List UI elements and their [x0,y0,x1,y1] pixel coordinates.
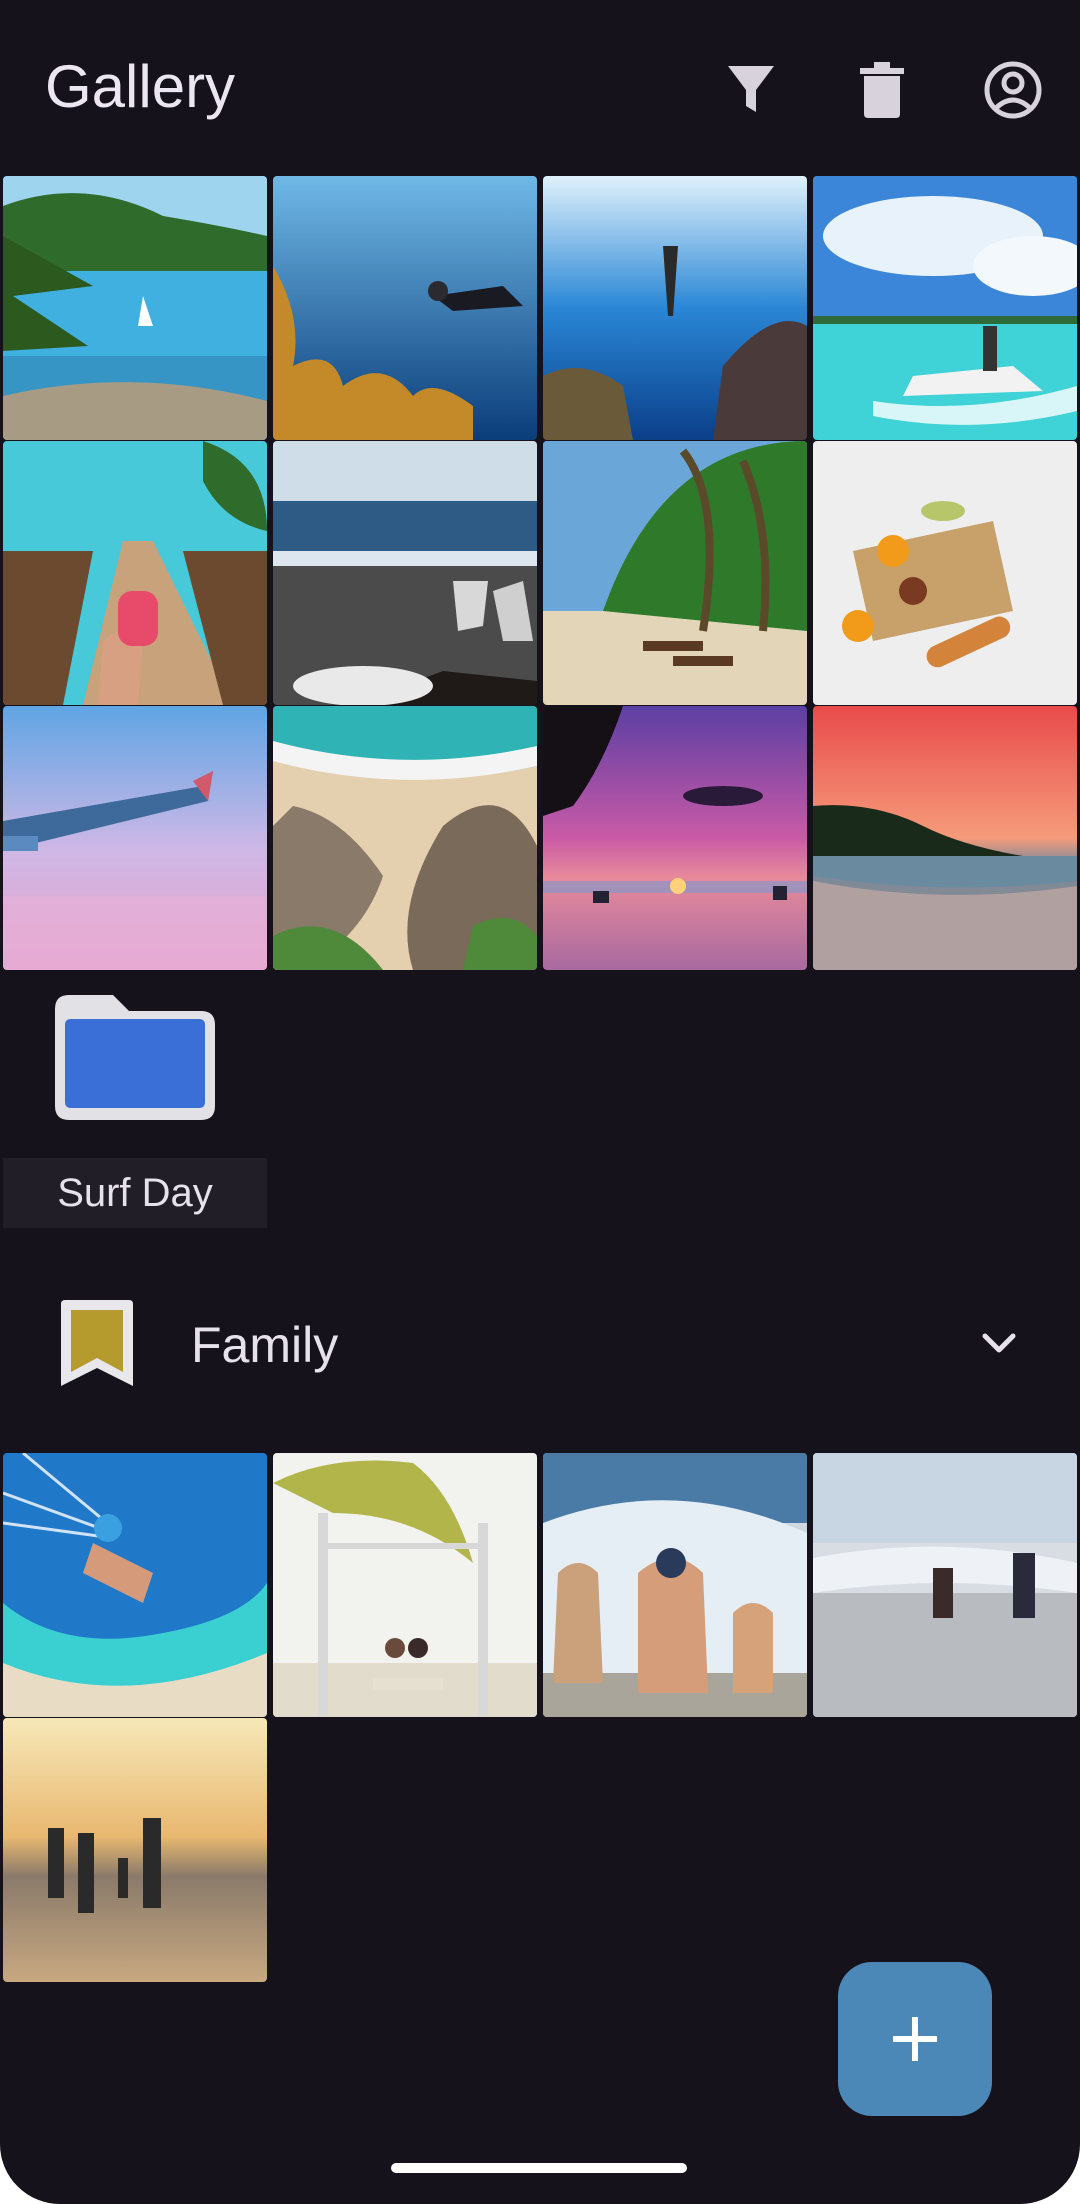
photo-parasailing [3,1453,267,1717]
photo-tile[interactable] [273,706,537,970]
photo-tile[interactable] [813,706,1077,970]
photo-aerial-beach-rocks [273,706,537,970]
photo-tile[interactable] [3,176,267,440]
folder-label: Surf Day [3,1158,267,1228]
photo-freediver-underwater [543,176,807,440]
photo-kids-in-waves [543,1453,807,1717]
gallery-screen: Gallery Surf Day Family [0,0,1080,2204]
filter-icon [728,66,774,112]
photo-jetski-turquoise [813,176,1077,440]
photo-feet-on-rocky-beach [273,441,537,705]
folder-icon [55,995,215,1120]
photo-tile[interactable] [543,441,807,705]
home-indicator[interactable] [391,2163,687,2173]
photo-tile[interactable] [813,441,1077,705]
photo-orange-sunset-shore [813,706,1077,970]
photo-family-sunset [3,1718,267,1982]
top-app-bar: Gallery [0,0,1080,176]
photo-cocktail-on-boardwalk [3,441,267,705]
photo-tile[interactable] [3,1718,267,1982]
trash-icon [860,62,904,118]
add-button[interactable] [838,1962,992,2116]
photo-tile[interactable] [813,176,1077,440]
photo-tile[interactable] [3,1453,267,1717]
photo-diver-with-fish [273,176,537,440]
page-title: Gallery [45,53,236,120]
album-header-family[interactable]: Family [0,1280,1080,1410]
album-title: Family [191,1317,339,1373]
photo-tile[interactable] [273,441,537,705]
photo-tile[interactable] [543,1453,807,1717]
delete-button[interactable] [837,45,927,135]
photo-airplane-wing-pink-sky [3,706,267,970]
photo-tile[interactable] [3,441,267,705]
photo-tile[interactable] [543,706,807,970]
photo-picnic-blanket [813,441,1077,705]
folder-surf-day[interactable]: Surf Day [3,990,267,1230]
account-circle-icon [984,61,1042,119]
photo-tile[interactable] [813,1453,1077,1717]
photo-running-into-waves [813,1453,1077,1717]
chevron-down-icon[interactable] [979,1324,1019,1364]
account-button[interactable] [968,45,1058,135]
photo-bay-with-sailboat [3,176,267,440]
bookmark-icon [61,1300,133,1386]
photo-tile[interactable] [543,176,807,440]
photo-palm-beach-loungers [543,441,807,705]
photo-tile[interactable] [3,706,267,970]
photo-beach-swing [273,1453,537,1717]
filter-button[interactable] [706,45,796,135]
photo-purple-sunset-beach [543,706,807,970]
plus-icon [893,2017,937,2061]
photo-tile[interactable] [273,176,537,440]
photo-tile[interactable] [273,1453,537,1717]
